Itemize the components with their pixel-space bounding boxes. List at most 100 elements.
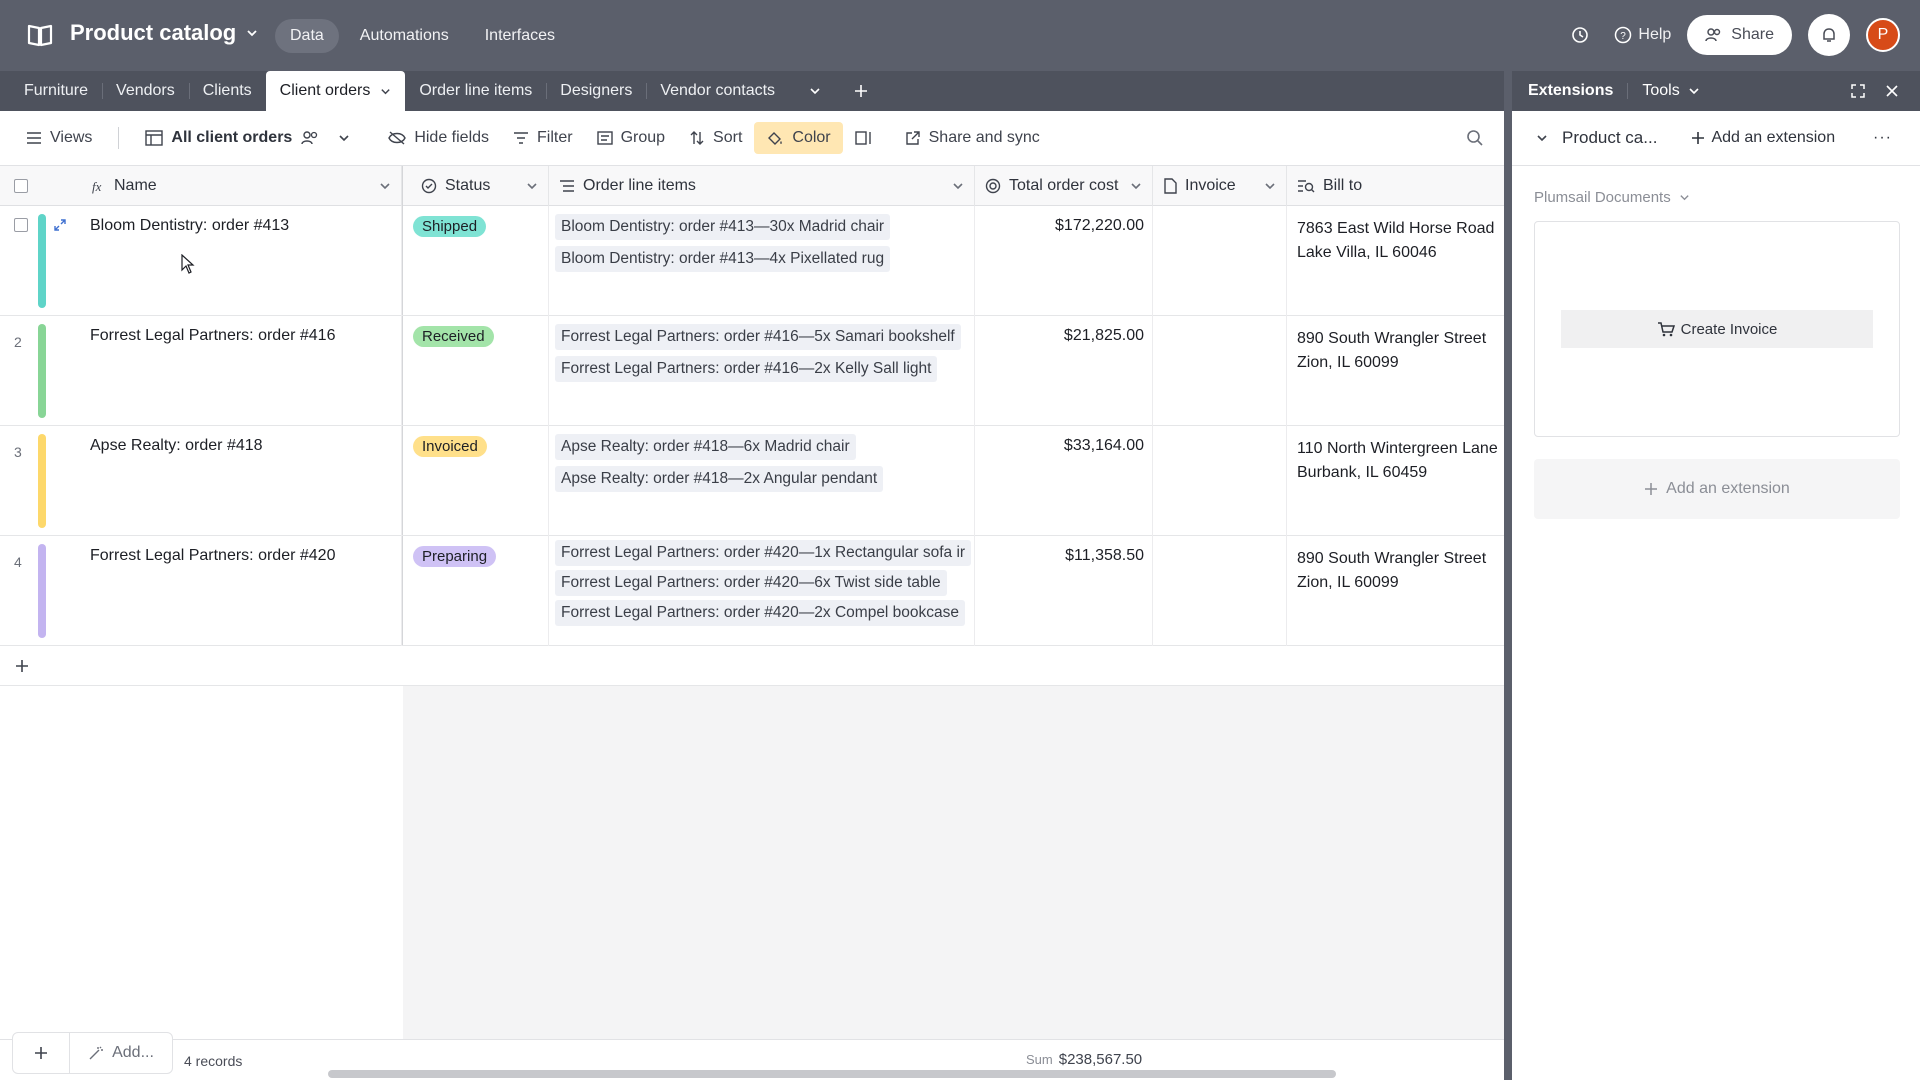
tab-client-orders[interactable]: Client orders (265, 71, 406, 111)
collaborative-view-icon (301, 131, 318, 145)
column-header-order-line-items[interactable]: Order line items (549, 166, 975, 206)
order-line-items-cell[interactable]: Forrest Legal Partners: order #420—1x Re… (549, 536, 975, 646)
chevron-down-icon[interactable] (379, 180, 391, 192)
linked-record-chip[interactable]: Forrest Legal Partners: order #420—6x Tw… (555, 570, 947, 596)
filter-button[interactable]: Filter (501, 122, 585, 154)
tab-extensions[interactable]: Extensions (1512, 82, 1613, 100)
status-cell[interactable]: Invoiced (403, 426, 549, 536)
table-row[interactable]: Bloom Dentistry: order #413 Shipped Bloo… (0, 206, 1504, 316)
nav-data[interactable]: Data (275, 19, 339, 53)
status-cell[interactable]: Received (403, 316, 549, 426)
panel-divider[interactable] (1504, 71, 1512, 1080)
more-tables-chevron-icon[interactable] (809, 85, 821, 97)
tab-designers[interactable]: Designers (546, 71, 646, 111)
history-icon[interactable] (1562, 17, 1598, 53)
name-cell[interactable]: Forrest Legal Partners: order #420 (80, 536, 402, 646)
table-row[interactable]: 3 Apse Realty: order #418 Invoiced Apse … (0, 426, 1504, 536)
linked-record-chip[interactable]: Forrest Legal Partners: order #420—1x Re… (555, 540, 972, 566)
row-height-button[interactable] (843, 122, 885, 154)
linked-record-chip[interactable]: Bloom Dentistry: order #413—30x Madrid c… (555, 214, 891, 240)
more-options-icon[interactable]: ··· (1873, 129, 1892, 147)
share-button[interactable]: Share (1687, 15, 1792, 55)
chevron-down-icon[interactable] (1264, 180, 1276, 192)
tab-order-line-items[interactable]: Order line items (405, 71, 546, 111)
add-table-icon[interactable] (853, 83, 869, 99)
close-icon[interactable] (1884, 83, 1900, 104)
nav-automations[interactable]: Automations (345, 19, 464, 53)
total-cost-cell[interactable]: $172,220.00 (975, 206, 1153, 316)
add-extension-card[interactable]: Add an extension (1534, 459, 1900, 519)
chevron-down-icon[interactable] (380, 86, 391, 97)
add-record-row[interactable] (0, 646, 1504, 686)
total-cost-cell[interactable]: $11,358.50 (975, 536, 1153, 646)
status-cell[interactable]: Preparing (403, 536, 549, 646)
book-logo-icon[interactable] (26, 21, 54, 49)
share-sync-button[interactable]: Share and sync (893, 122, 1052, 154)
tab-clients[interactable]: Clients (188, 71, 266, 111)
row-checkbox[interactable] (14, 218, 28, 232)
tab-furniture[interactable]: Furniture (0, 71, 102, 111)
invoice-cell[interactable] (1153, 426, 1287, 536)
horizontal-scrollbar[interactable] (328, 1070, 1336, 1078)
views-button[interactable]: Views (0, 122, 104, 154)
name-cell[interactable]: Forrest Legal Partners: order #416 (80, 316, 402, 426)
bill-to-cell[interactable]: 110 North Wintergreen Lane Burbank, IL 6… (1287, 426, 1504, 536)
sort-button[interactable]: Sort (677, 122, 754, 154)
order-line-items-cell[interactable]: Bloom Dentistry: order #413—30x Madrid c… (549, 206, 975, 316)
expand-record-icon[interactable] (53, 218, 67, 237)
bill-to-cell[interactable]: 7863 East Wild Horse Road Lake Villa, IL… (1287, 206, 1504, 316)
expand-icon[interactable] (1850, 83, 1866, 104)
tab-vendors[interactable]: Vendors (102, 71, 189, 111)
chevron-down-icon[interactable] (526, 180, 538, 192)
avatar[interactable]: P (1866, 18, 1900, 52)
invoice-cell[interactable] (1153, 536, 1287, 646)
total-cost-cell[interactable]: $21,825.00 (975, 316, 1153, 426)
name-cell[interactable]: Bloom Dentistry: order #413 (80, 206, 402, 316)
footer-add-plus-icon[interactable] (12, 1032, 70, 1074)
chevron-down-icon[interactable] (1536, 132, 1548, 144)
linked-record-chip[interactable]: Forrest Legal Partners: order #416—2x Ke… (555, 356, 938, 382)
name-cell[interactable]: Apse Realty: order #418 (80, 426, 402, 536)
linked-record-chip[interactable]: Forrest Legal Partners: order #416—5x Sa… (555, 324, 961, 350)
column-header-status[interactable]: Status (411, 166, 549, 206)
base-title[interactable]: Product catalog (70, 20, 258, 46)
tab-tools[interactable]: Tools (1642, 82, 1699, 100)
invoice-cell[interactable] (1153, 316, 1287, 426)
column-header-bill-to[interactable]: Bill to (1287, 166, 1504, 206)
search-icon[interactable] (1466, 129, 1484, 152)
bill-to-cell[interactable]: 890 South Wrangler Street Zion, IL 60099 (1287, 316, 1504, 426)
dashboard-name[interactable]: Product ca... (1562, 128, 1657, 148)
chevron-down-icon[interactable] (1130, 180, 1142, 192)
bill-to-cell[interactable]: 890 South Wrangler Street Zion, IL 60099 (1287, 536, 1504, 646)
sum-summary[interactable]: Sum $238,567.50 (1026, 1051, 1142, 1068)
table-row[interactable]: 2 Forrest Legal Partners: order #416 Rec… (0, 316, 1504, 426)
order-line-items-cell[interactable]: Apse Realty: order #418—6x Madrid chair … (549, 426, 975, 536)
add-record-plus-icon[interactable] (14, 658, 30, 679)
group-button[interactable]: Group (585, 122, 677, 154)
column-header-invoice[interactable]: Invoice (1153, 166, 1287, 206)
tab-vendor-contacts[interactable]: Vendor contacts (646, 71, 789, 111)
invoice-cell[interactable] (1153, 206, 1287, 316)
status-cell[interactable]: Shipped (403, 206, 549, 316)
notifications-bell-icon[interactable] (1808, 14, 1850, 56)
chevron-down-icon[interactable] (952, 180, 964, 192)
total-cost-cell[interactable]: $33,164.00 (975, 426, 1153, 536)
view-switcher[interactable]: All client orders (133, 122, 362, 154)
create-invoice-button[interactable]: Create Invoice (1561, 310, 1873, 348)
linked-record-chip[interactable]: Forrest Legal Partners: order #420—2x Co… (555, 600, 966, 626)
hide-fields-button[interactable]: Hide fields (376, 122, 501, 154)
column-header-name[interactable]: fx Name (80, 166, 402, 206)
extension-title[interactable]: Plumsail Documents (1534, 189, 1690, 206)
linked-record-chip[interactable]: Apse Realty: order #418—2x Angular penda… (555, 466, 884, 492)
select-all-checkbox[interactable] (14, 179, 28, 193)
order-line-items-cell[interactable]: Forrest Legal Partners: order #416—5x Sa… (549, 316, 975, 426)
column-header-total-order-cost[interactable]: Total order cost (975, 166, 1153, 206)
color-button[interactable]: Color (754, 122, 843, 154)
linked-record-chip[interactable]: Apse Realty: order #418—6x Madrid chair (555, 434, 856, 460)
linked-record-chip[interactable]: Bloom Dentistry: order #413—4x Pixellate… (555, 246, 891, 272)
help-button[interactable]: ? Help (1614, 26, 1671, 44)
footer-add-button[interactable]: Add... (69, 1032, 173, 1074)
nav-interfaces[interactable]: Interfaces (470, 19, 570, 53)
table-row[interactable]: 4 Forrest Legal Partners: order #420 Pre… (0, 536, 1504, 646)
add-extension-top-button[interactable]: Add an extension (1691, 129, 1835, 147)
